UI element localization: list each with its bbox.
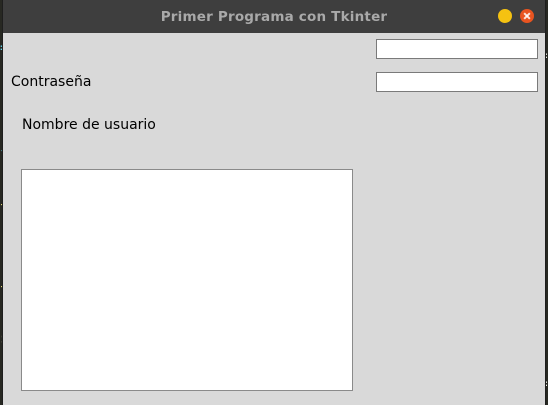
minimize-icon[interactable] bbox=[498, 9, 512, 23]
password-entry[interactable] bbox=[376, 72, 538, 92]
title-bar[interactable]: Primer Programa con Tkinter bbox=[3, 0, 545, 33]
username-entry[interactable] bbox=[376, 39, 538, 59]
username-label: Nombre de usuario bbox=[22, 117, 156, 133]
text-area[interactable] bbox=[21, 169, 353, 391]
password-label: Contraseña bbox=[11, 74, 92, 90]
close-icon[interactable] bbox=[520, 9, 534, 23]
window-title: Primer Programa con Tkinter bbox=[160, 9, 388, 25]
tk-window: Primer Programa con Tkinter Contraseña N… bbox=[2, 0, 546, 405]
